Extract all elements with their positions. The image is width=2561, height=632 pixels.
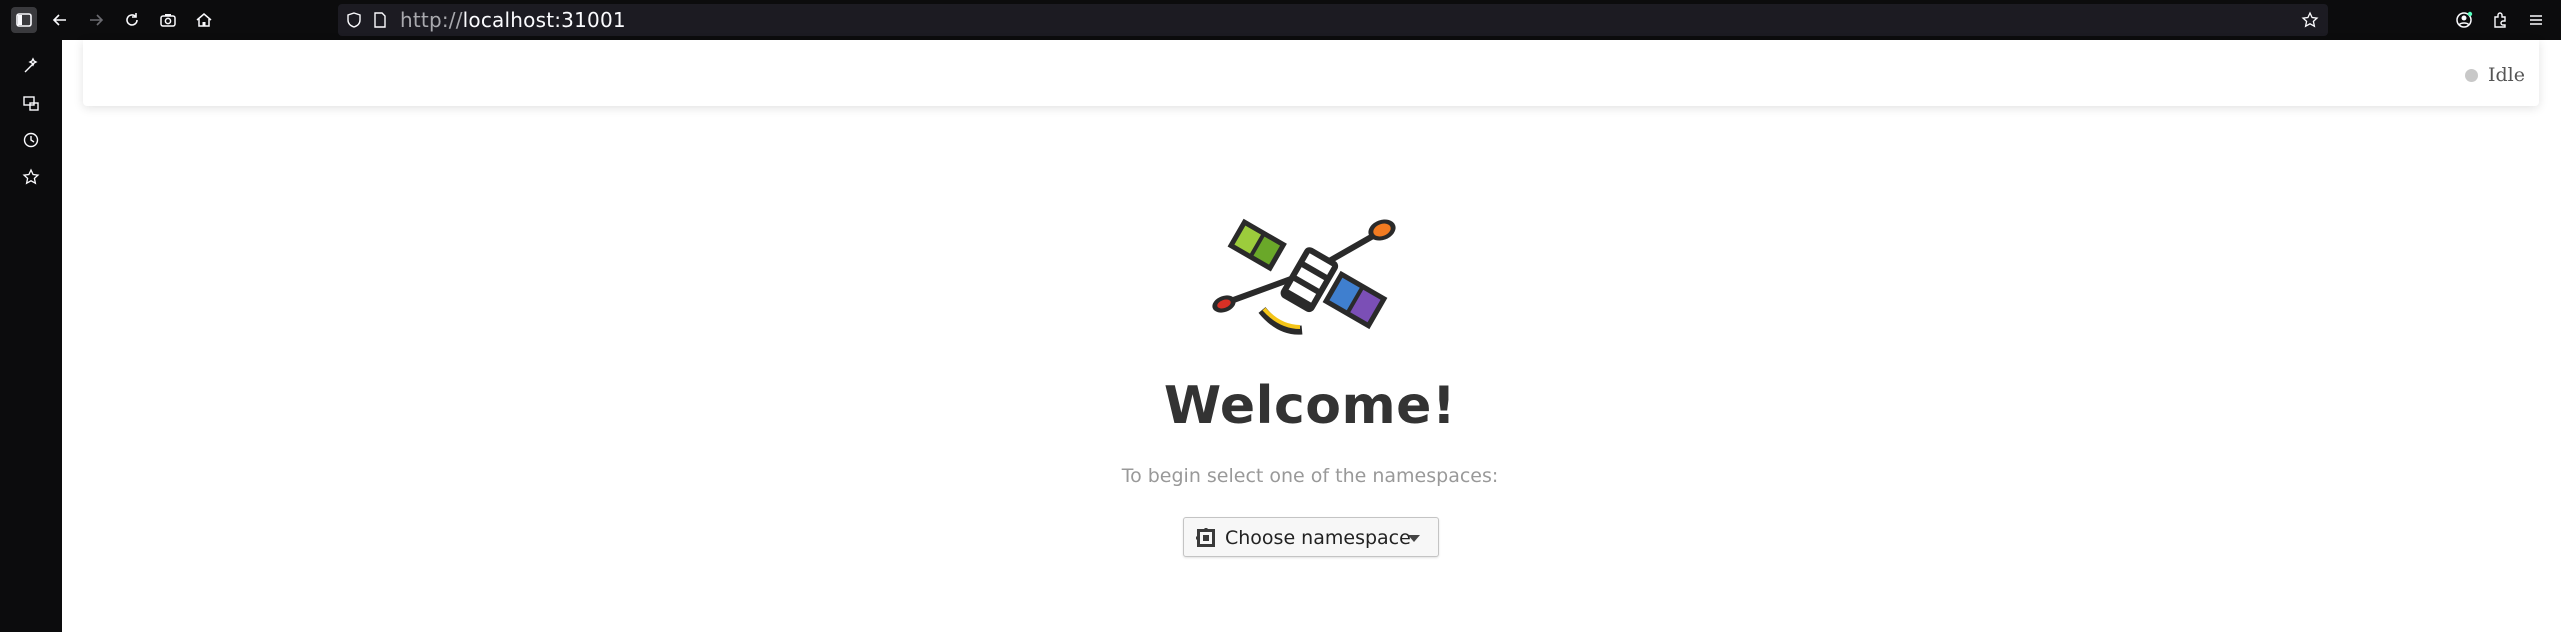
account-icon[interactable] [2452,8,2476,32]
screenshot-icon[interactable] [156,8,180,32]
status-label: Idle [2488,64,2525,86]
home-icon[interactable] [192,8,216,32]
connection-status: Idle [2465,64,2525,86]
url-scheme: http:// [400,8,463,32]
url-host: localhost:31001 [462,8,626,32]
back-icon[interactable] [48,8,72,32]
status-dot-icon [2465,68,2478,82]
chevron-down-icon [1408,535,1420,542]
star-icon[interactable] [2298,8,2322,32]
sidebar-icon[interactable] [11,7,37,33]
page-icon [368,8,392,32]
browser-toolbar: http://localhost:31001 [0,0,2561,40]
satellite-logo-icon [1212,218,1396,335]
ai-sparkle-icon[interactable] [19,54,43,78]
address-bar[interactable]: http://localhost:31001 [338,4,2328,36]
bookmarks-icon[interactable] [19,165,43,189]
forward-icon[interactable] [84,8,108,32]
synced-tabs-icon[interactable] [19,91,43,115]
history-icon[interactable] [19,128,43,152]
browser-sidebar [0,40,62,632]
reload-icon[interactable] [120,8,144,32]
welcome-subtitle: To begin select one of the namespaces: [1121,465,1499,487]
menu-icon[interactable] [2524,8,2548,32]
app-header: Idle [83,40,2539,106]
choose-namespace-label: Choose namespace [1225,527,1411,549]
welcome-title: Welcome! [1163,376,1457,436]
shield-icon[interactable] [342,8,366,32]
namespace-icon [1196,528,1215,547]
url-text[interactable]: http://localhost:31001 [400,9,626,31]
extensions-icon[interactable] [2488,8,2512,32]
choose-namespace-button[interactable]: Choose namespace [1183,517,1439,557]
